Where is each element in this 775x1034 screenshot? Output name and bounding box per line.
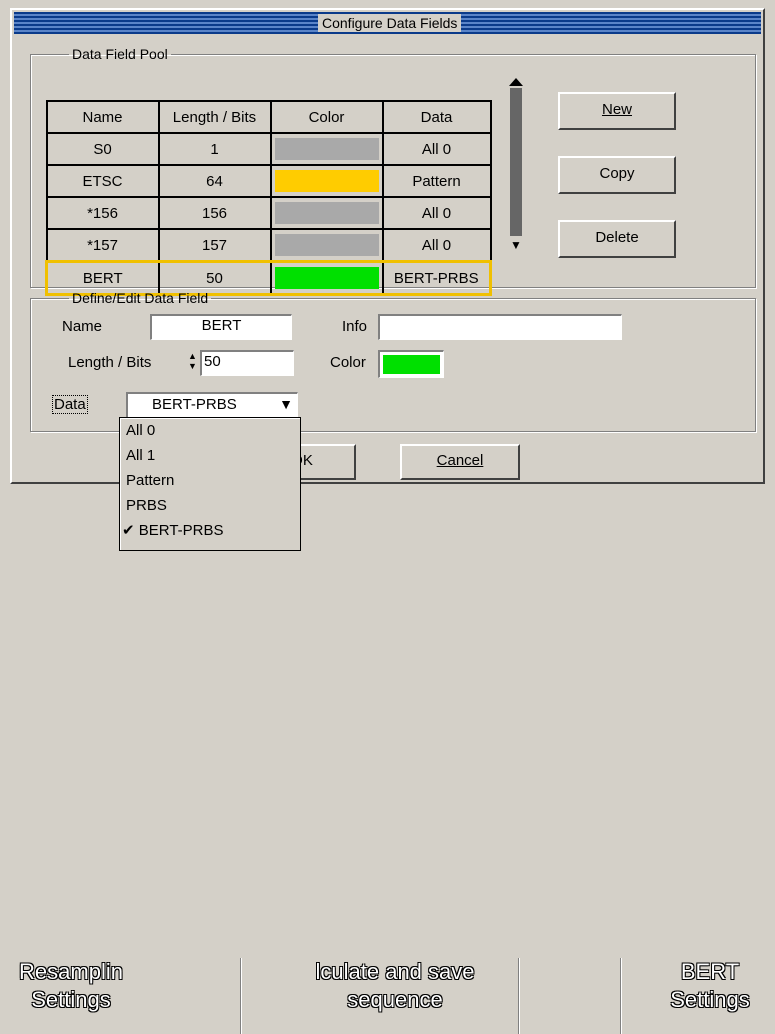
copy-button[interactable]: Copy — [558, 156, 676, 194]
dropdown-option[interactable]: All 1 — [120, 443, 300, 468]
color-swatch — [274, 170, 379, 192]
bg-calculate-button[interactable]: lculate and save sequence — [270, 958, 520, 1030]
color-label: Color — [330, 354, 366, 371]
header-length: Length / Bits — [157, 100, 272, 134]
vertical-scrollbar[interactable] — [510, 88, 522, 236]
dropdown-option[interactable]: PRBS — [120, 493, 300, 518]
color-swatch — [274, 234, 379, 256]
data-select[interactable]: BERT-PRBS ▼ — [126, 392, 298, 418]
divider — [518, 958, 520, 1034]
background-toolbar: Resamplin Settings lculate and save sequ… — [0, 478, 775, 1034]
cancel-button[interactable]: Cancel — [400, 444, 520, 480]
scroll-end-icon[interactable]: ▼ — [509, 238, 523, 252]
table-header-row: Name Length / Bits Color Data — [45, 100, 492, 134]
length-field[interactable]: 50 — [200, 350, 294, 376]
dropdown-option[interactable]: All 0 — [120, 418, 300, 443]
data-field-table: Name Length / Bits Color Data S0 1 All 0… — [45, 100, 492, 296]
dropdown-option-checked[interactable]: ✔ BERT-PRBS — [120, 518, 300, 543]
bg-bert-settings-button[interactable]: BERT Settings — [640, 958, 775, 1030]
table-row[interactable]: ETSC 64 Pattern — [45, 164, 492, 198]
new-button[interactable]: New — [558, 92, 676, 130]
divider — [620, 958, 622, 1034]
info-label: Info — [342, 318, 368, 335]
chevron-down-icon[interactable]: ▼ — [279, 394, 293, 414]
header-data: Data — [381, 100, 492, 134]
bg-settings-button[interactable]: Resamplin Settings — [0, 958, 146, 1030]
color-preview — [383, 355, 440, 374]
color-swatch — [274, 267, 379, 289]
name-field[interactable]: BERT — [150, 314, 292, 340]
length-label: Length / Bits — [68, 354, 152, 371]
info-field[interactable] — [378, 314, 622, 340]
color-swatch — [274, 202, 379, 224]
checkmark-icon: ✔ — [122, 522, 135, 539]
dropdown-option[interactable]: Pattern — [120, 468, 300, 493]
header-color: Color — [269, 100, 384, 134]
window-title: Configure Data Fields — [318, 14, 462, 32]
edit-legend: Define/Edit Data Field — [72, 290, 209, 306]
data-label: Data — [52, 395, 88, 414]
name-label: Name — [62, 318, 103, 335]
data-dropdown-list: All 0 All 1 Pattern PRBS ✔ BERT-PRBS — [119, 417, 301, 551]
delete-button[interactable]: Delete — [558, 220, 676, 258]
divider — [240, 958, 242, 1034]
color-swatch — [274, 138, 379, 160]
title-bar: Configure Data Fields — [14, 12, 761, 34]
color-picker[interactable] — [378, 350, 444, 378]
pool-legend: Data Field Pool — [72, 46, 168, 62]
length-spinner-icon[interactable]: ▲ ▼ — [188, 351, 200, 371]
header-name: Name — [45, 100, 160, 134]
configure-dialog: Configure Data Fields Data Field Pool Na… — [10, 8, 765, 484]
table-row[interactable]: S0 1 All 0 — [45, 132, 492, 166]
scroll-up-icon[interactable] — [509, 78, 523, 86]
table-row[interactable]: *157 157 All 0 — [45, 228, 492, 263]
table-row[interactable]: *156 156 All 0 — [45, 196, 492, 230]
